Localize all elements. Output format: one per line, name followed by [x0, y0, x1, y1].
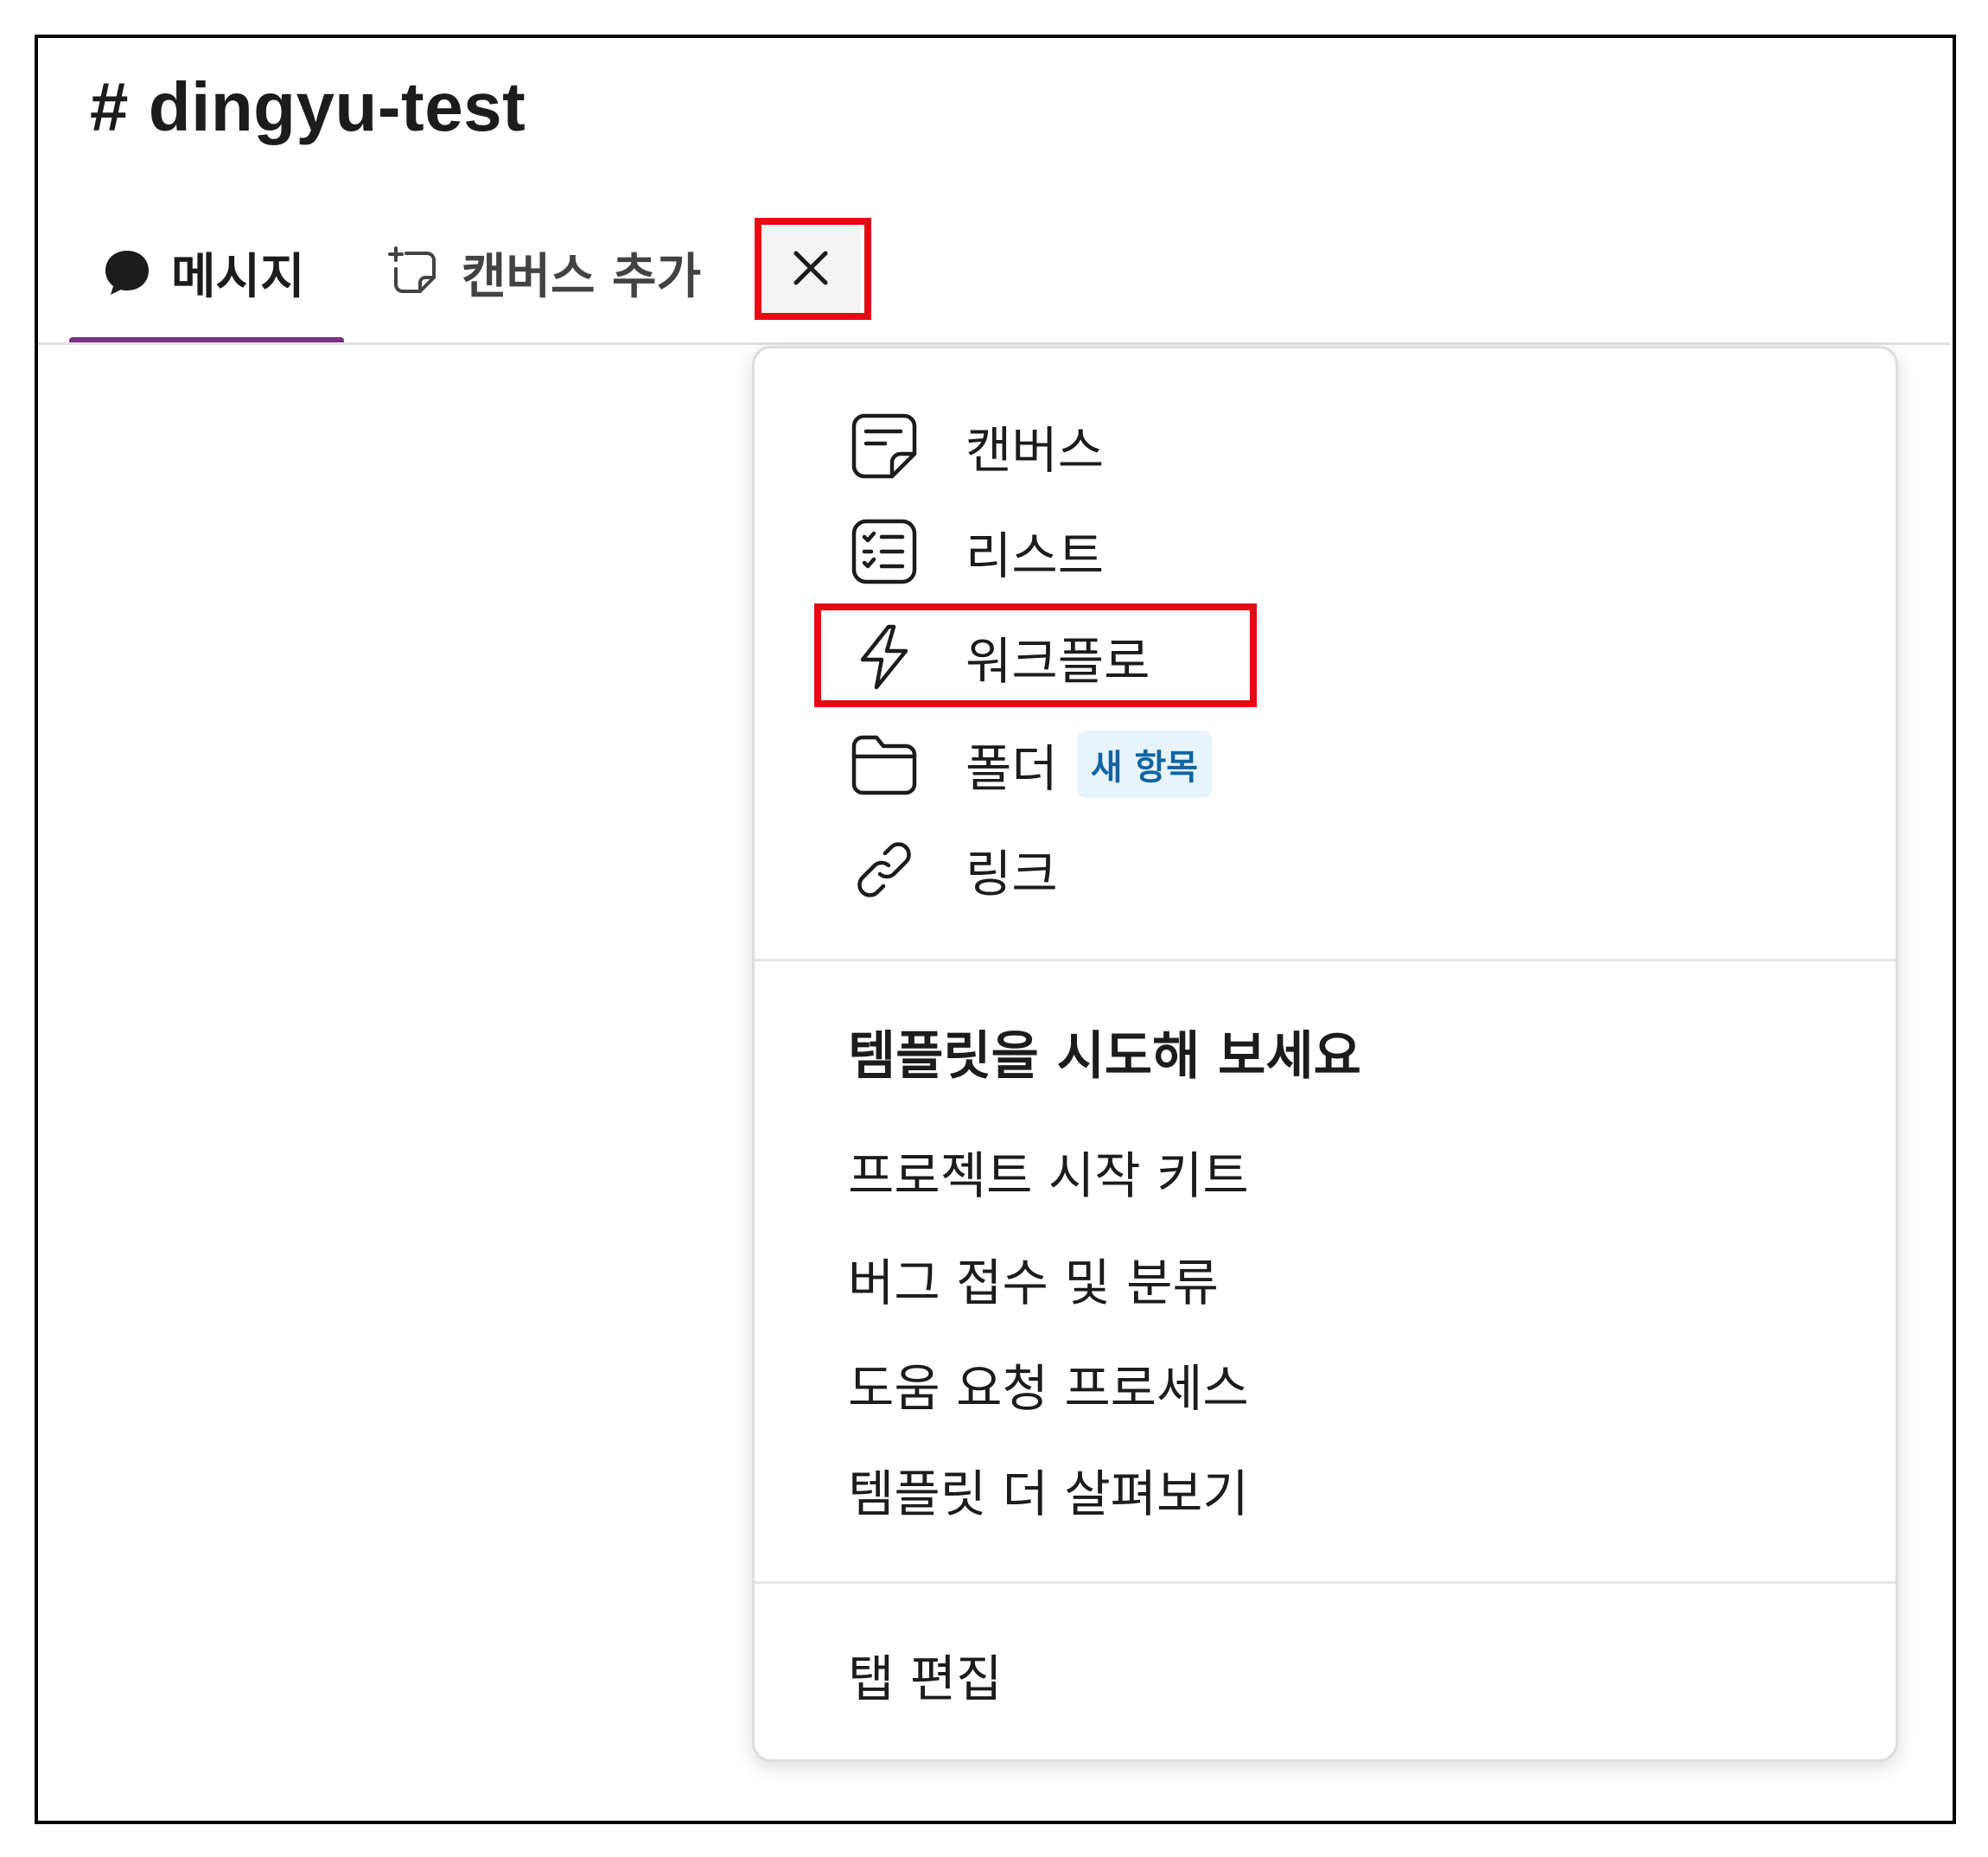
template-help-request[interactable]: 도움 요청 프로세스 [848, 1343, 1249, 1426]
close-icon [791, 248, 831, 291]
tab-messages[interactable]: 메시지 [102, 233, 305, 311]
menu-divider [755, 959, 1896, 961]
templates-heading: 템플릿을 시도해 보세요 [848, 1026, 1361, 1087]
template-bug-intake[interactable]: 버그 접수 및 분류 [848, 1237, 1219, 1320]
tab-add-canvas-label: 캔버스 추가 [462, 248, 702, 305]
lightning-icon [848, 621, 921, 693]
template-project-kickoff[interactable]: 프로젝트 시작 키트 [848, 1130, 1249, 1213]
tab-messages-label: 메시지 [171, 248, 305, 305]
tab-add-canvas[interactable]: 캔버스 추가 [387, 233, 701, 311]
close-menu-button[interactable] [761, 223, 861, 316]
add-tab-menu: 캔버스 리스트 워크플로 폴더 새 항목 링크 템플릿을 시도해 보세요 프로젝… [752, 346, 1898, 1762]
menu-item-workflow-label: 워크플로 [965, 632, 1150, 691]
edit-tabs-button[interactable]: 탭 편집 [848, 1633, 1003, 1716]
menu-item-list-label: 리스트 [965, 526, 1105, 585]
channel-title: # dingyu-test [90, 68, 526, 145]
tabs-divider [38, 342, 1950, 345]
browse-more-templates[interactable]: 템플릿 더 살펴보기 [848, 1448, 1249, 1531]
add-canvas-icon [387, 245, 443, 300]
menu-divider [755, 1581, 1896, 1584]
link-icon [848, 833, 921, 906]
menu-item-link[interactable]: 링크 [848, 822, 1058, 917]
menu-item-canvas-label: 캔버스 [965, 421, 1105, 480]
new-item-badge: 새 항목 [1076, 731, 1213, 798]
canvas-icon [848, 410, 921, 482]
menu-item-link-label: 링크 [965, 845, 1058, 903]
folder-icon [848, 728, 921, 801]
menu-item-workflow[interactable]: 워크플로 [848, 609, 1150, 705]
menu-item-folder[interactable]: 폴더 새 항목 [848, 717, 1213, 812]
list-icon [848, 515, 921, 588]
message-bubble-icon [102, 247, 152, 297]
menu-item-folder-label: 폴더 [965, 739, 1058, 798]
menu-item-canvas[interactable]: 캔버스 [848, 399, 1104, 494]
menu-item-list[interactable]: 리스트 [848, 504, 1104, 599]
